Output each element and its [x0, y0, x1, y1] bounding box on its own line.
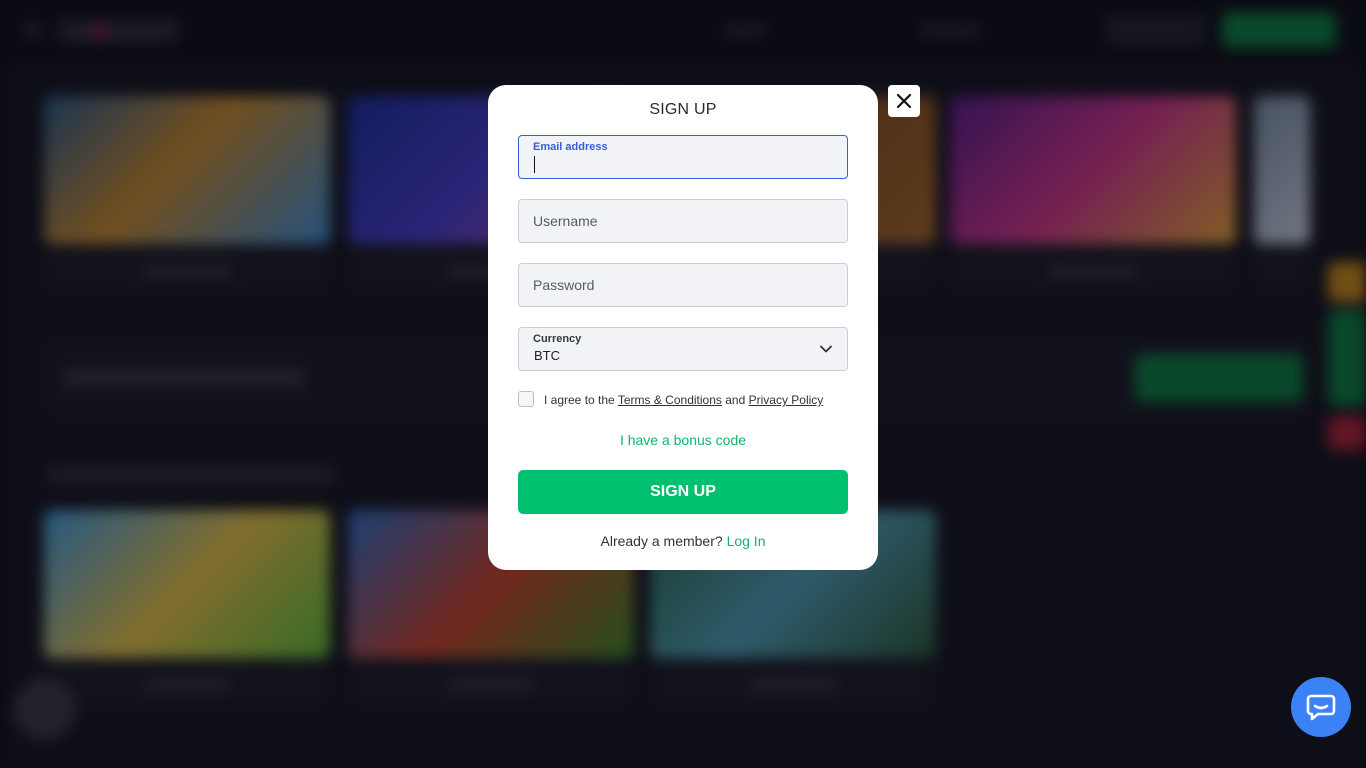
email-field-label: Email address	[533, 141, 608, 153]
password-placeholder: Password	[533, 277, 595, 293]
member-prompt-text: Already a member?	[600, 533, 723, 549]
bonus-code-link[interactable]: I have a bonus code	[488, 432, 878, 448]
chat-launcher-button[interactable]	[1291, 677, 1351, 737]
chevron-down-icon	[820, 345, 832, 353]
text-caret	[534, 156, 535, 173]
modal-title: SIGN UP	[649, 101, 717, 118]
username-placeholder: Username	[533, 213, 598, 229]
close-modal-button[interactable]	[888, 85, 920, 117]
login-prompt: Already a member? Log In	[488, 533, 878, 549]
signup-button[interactable]: SIGN UP	[518, 470, 848, 514]
email-field[interactable]: Email address	[518, 135, 848, 179]
close-icon	[896, 93, 912, 109]
password-field[interactable]: Password	[518, 263, 848, 307]
currency-label: Currency	[533, 333, 582, 345]
terms-link[interactable]: Terms & Conditions	[618, 393, 722, 407]
chat-bubble-icon	[1306, 694, 1336, 721]
terms-checkbox[interactable]	[518, 391, 534, 407]
signup-modal: SIGN UP Email address Username Password …	[488, 85, 878, 570]
currency-value: BTC	[534, 348, 560, 363]
login-link[interactable]: Log In	[727, 533, 766, 549]
username-field[interactable]: Username	[518, 199, 848, 243]
terms-agreement-text: I agree to the Terms & Conditions and Pr…	[544, 393, 824, 407]
currency-select[interactable]: Currency BTC	[518, 327, 848, 371]
terms-agreement-row: I agree to the Terms & Conditions and Pr…	[518, 390, 848, 410]
privacy-link[interactable]: Privacy Policy	[749, 393, 824, 407]
